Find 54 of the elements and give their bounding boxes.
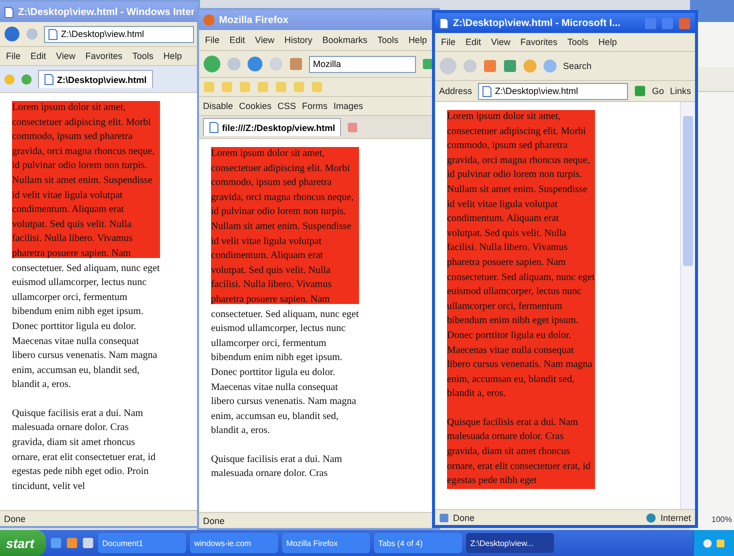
browser-tab[interactable]: file:///Z:/Desktop/view.html [203, 118, 342, 136]
taskbar-button[interactable]: windows-ie.com [190, 533, 278, 553]
taskbar-button[interactable]: Z:\Desktop\view... [466, 533, 554, 553]
status-text: 100% [712, 515, 733, 524]
menu-item[interactable]: View [54, 51, 78, 61]
taskbar-button[interactable]: Document1 [98, 533, 186, 553]
address-field[interactable]: Z:\Desktop\view.html [44, 26, 194, 42]
toolbar-button[interactable]: Cookies [239, 101, 272, 111]
menu-item[interactable]: Bookmarks [320, 35, 370, 45]
menu-item[interactable]: File [203, 35, 222, 45]
toolbar-button[interactable]: CSS [278, 101, 296, 111]
scrollbar-thumb[interactable] [683, 116, 693, 266]
menu-item[interactable]: Tools [130, 51, 156, 61]
search-label[interactable]: Search [563, 61, 592, 71]
menu-item[interactable]: View [489, 37, 512, 47]
paragraph: Lorem ipsum dolor sit amet, consectetuer adipiscing elit. Morbi commodo, ipsum sed pharetra gravida, orci magna rhoncus neque, id pulvinar odio lorem non turpis. Nullam sit amet enim. Suspendisse id velit vitae ligula volutpat condimentum. Aliquam erat volutpat. Sed quis velit. Nulla facilisi. Nulla libero. Vivamus pharetra posuere sapien. Nam consectetuer. Sed aliquam, nunc eget euismod ullamcorper, lectus nunc ullamcorper orci, fermentum bibendum enim nibh eget ipsum. Donec porttitor ligula eu dolor. Maecenas vitae nulla consequat libero cursus venenatis. Nam magna enim, accumsan eu, blandit sed, blandit a, eros. [12, 101, 160, 392]
title-bar [690, 0, 734, 22]
menu-item[interactable]: Help [596, 37, 619, 47]
menu-item[interactable]: Edit [228, 35, 248, 45]
paragraph: Quisque facilisis erat a dui. Nam malesuada ornare dolor. Cras [211, 452, 344, 482]
status-text: Done [4, 514, 26, 524]
menu-item[interactable]: Favorites [83, 51, 124, 61]
menu-item[interactable]: File [439, 37, 458, 47]
browser-tab[interactable]: Z:\Desktop\view.html [38, 70, 153, 88]
paragraph: Lorem ipsum dolor sit amet, consectetuer adipiscing elit. Morbi commodo, ipsum sed pharetra gravida, orci magna rhoncus neque, id pulvinar odio lorem non turpis. Nullam sit amet enim. Suspendisse id velit vitae ligula volutpat condimentum. Aliquam erat volutpat. Sed quis velit. Nulla facilisi. Nulla libero. Vivamus pharetra posuere sapien. Nam consectetuer. Sed aliquam, nunc eget euismod ullamcorper, lectus nunc ullamcorper orci, fermentum bibendum enim nibh eget ipsum. Donec porttitor ligula eu dolor. Maecenas vitae nulla consequat libero cursus venenatis. Nam magna enim, accumsan eu, blandit sed, blandit a, eros. [447, 110, 595, 402]
menu-item[interactable]: Help [161, 51, 184, 61]
paragraph: Quisque facilisis erat a dui. Nam malesuada ornare dolor. Cras gravida, diam sit amet rhoncus ornare, erat elit consectetuer erat, id egestas pede nibh eget [447, 416, 592, 488]
menu-item[interactable]: File [4, 51, 23, 61]
menu-item[interactable]: Tools [565, 37, 590, 47]
menu-item[interactable]: Help [406, 35, 429, 45]
go-label[interactable]: Go [652, 86, 664, 96]
links-label[interactable]: Links [670, 86, 691, 96]
menu-item[interactable]: View [253, 35, 276, 45]
window-icon [4, 6, 14, 18]
toolbar-button[interactable]: Disable [203, 101, 234, 111]
address-label: Address [439, 86, 472, 96]
menu-item[interactable]: Edit [28, 51, 48, 61]
menu-item[interactable]: History [282, 35, 314, 45]
zone-text: Internet [660, 512, 691, 522]
toolbar-button[interactable]: Images [334, 101, 364, 111]
paragraph: Quisque facilisis erat a dui. Nam malesuada ornare dolor. Cras gravida, diam sit amet rhoncus ornare, erat elit consectetuer erat, id egestas pede nibh eget odio. Proin tincidunt, velit vel [12, 406, 157, 494]
search-field[interactable]: Mozilla [309, 56, 416, 72]
window-title: Z:\Desktop\view.html - Microsoft I... [453, 18, 622, 28]
window-title: Mozilla Firefox [219, 14, 290, 26]
menu-item[interactable]: Tools [375, 35, 400, 45]
menu-item[interactable]: Edit [464, 37, 484, 47]
address-field[interactable]: Z:\Desktop\view.html [478, 82, 628, 100]
status-text: Done [453, 512, 475, 522]
menu-item[interactable]: Favorites [518, 37, 560, 47]
taskbar-button[interactable]: Tabs (4 of 4) [374, 533, 462, 553]
taskbar-button[interactable]: Mozilla Firefox [282, 533, 370, 553]
paragraph: Lorem ipsum dolor sit amet, consectetuer adipiscing elit. Morbi commodo, ipsum sed pharetra gravida, orci magna rhoncus neque, id pulvinar odio lorem non turpis. Nullam sit amet enim. Suspendisse id velit vitae ligula volutpat condimentum. Aliquam erat volutpat. Sed quis velit. Nulla facilisi. Nulla libero. Vivamus pharetra posuere sapien. Nam consectetuer. Sed aliquam, nunc eget euismod ullamcorper, lectus nunc ullamcorper orci, fermentum bibendum enim nibh eget ipsum. Donec porttitor ligula eu dolor. Maecenas vitae nulla consequat libero cursus venenatis. Nam magna enim, accumsan eu, blandit sed, blandit a, eros. [211, 147, 359, 438]
status-text: Done [203, 516, 225, 526]
toolbar-button[interactable]: Forms [302, 101, 328, 111]
